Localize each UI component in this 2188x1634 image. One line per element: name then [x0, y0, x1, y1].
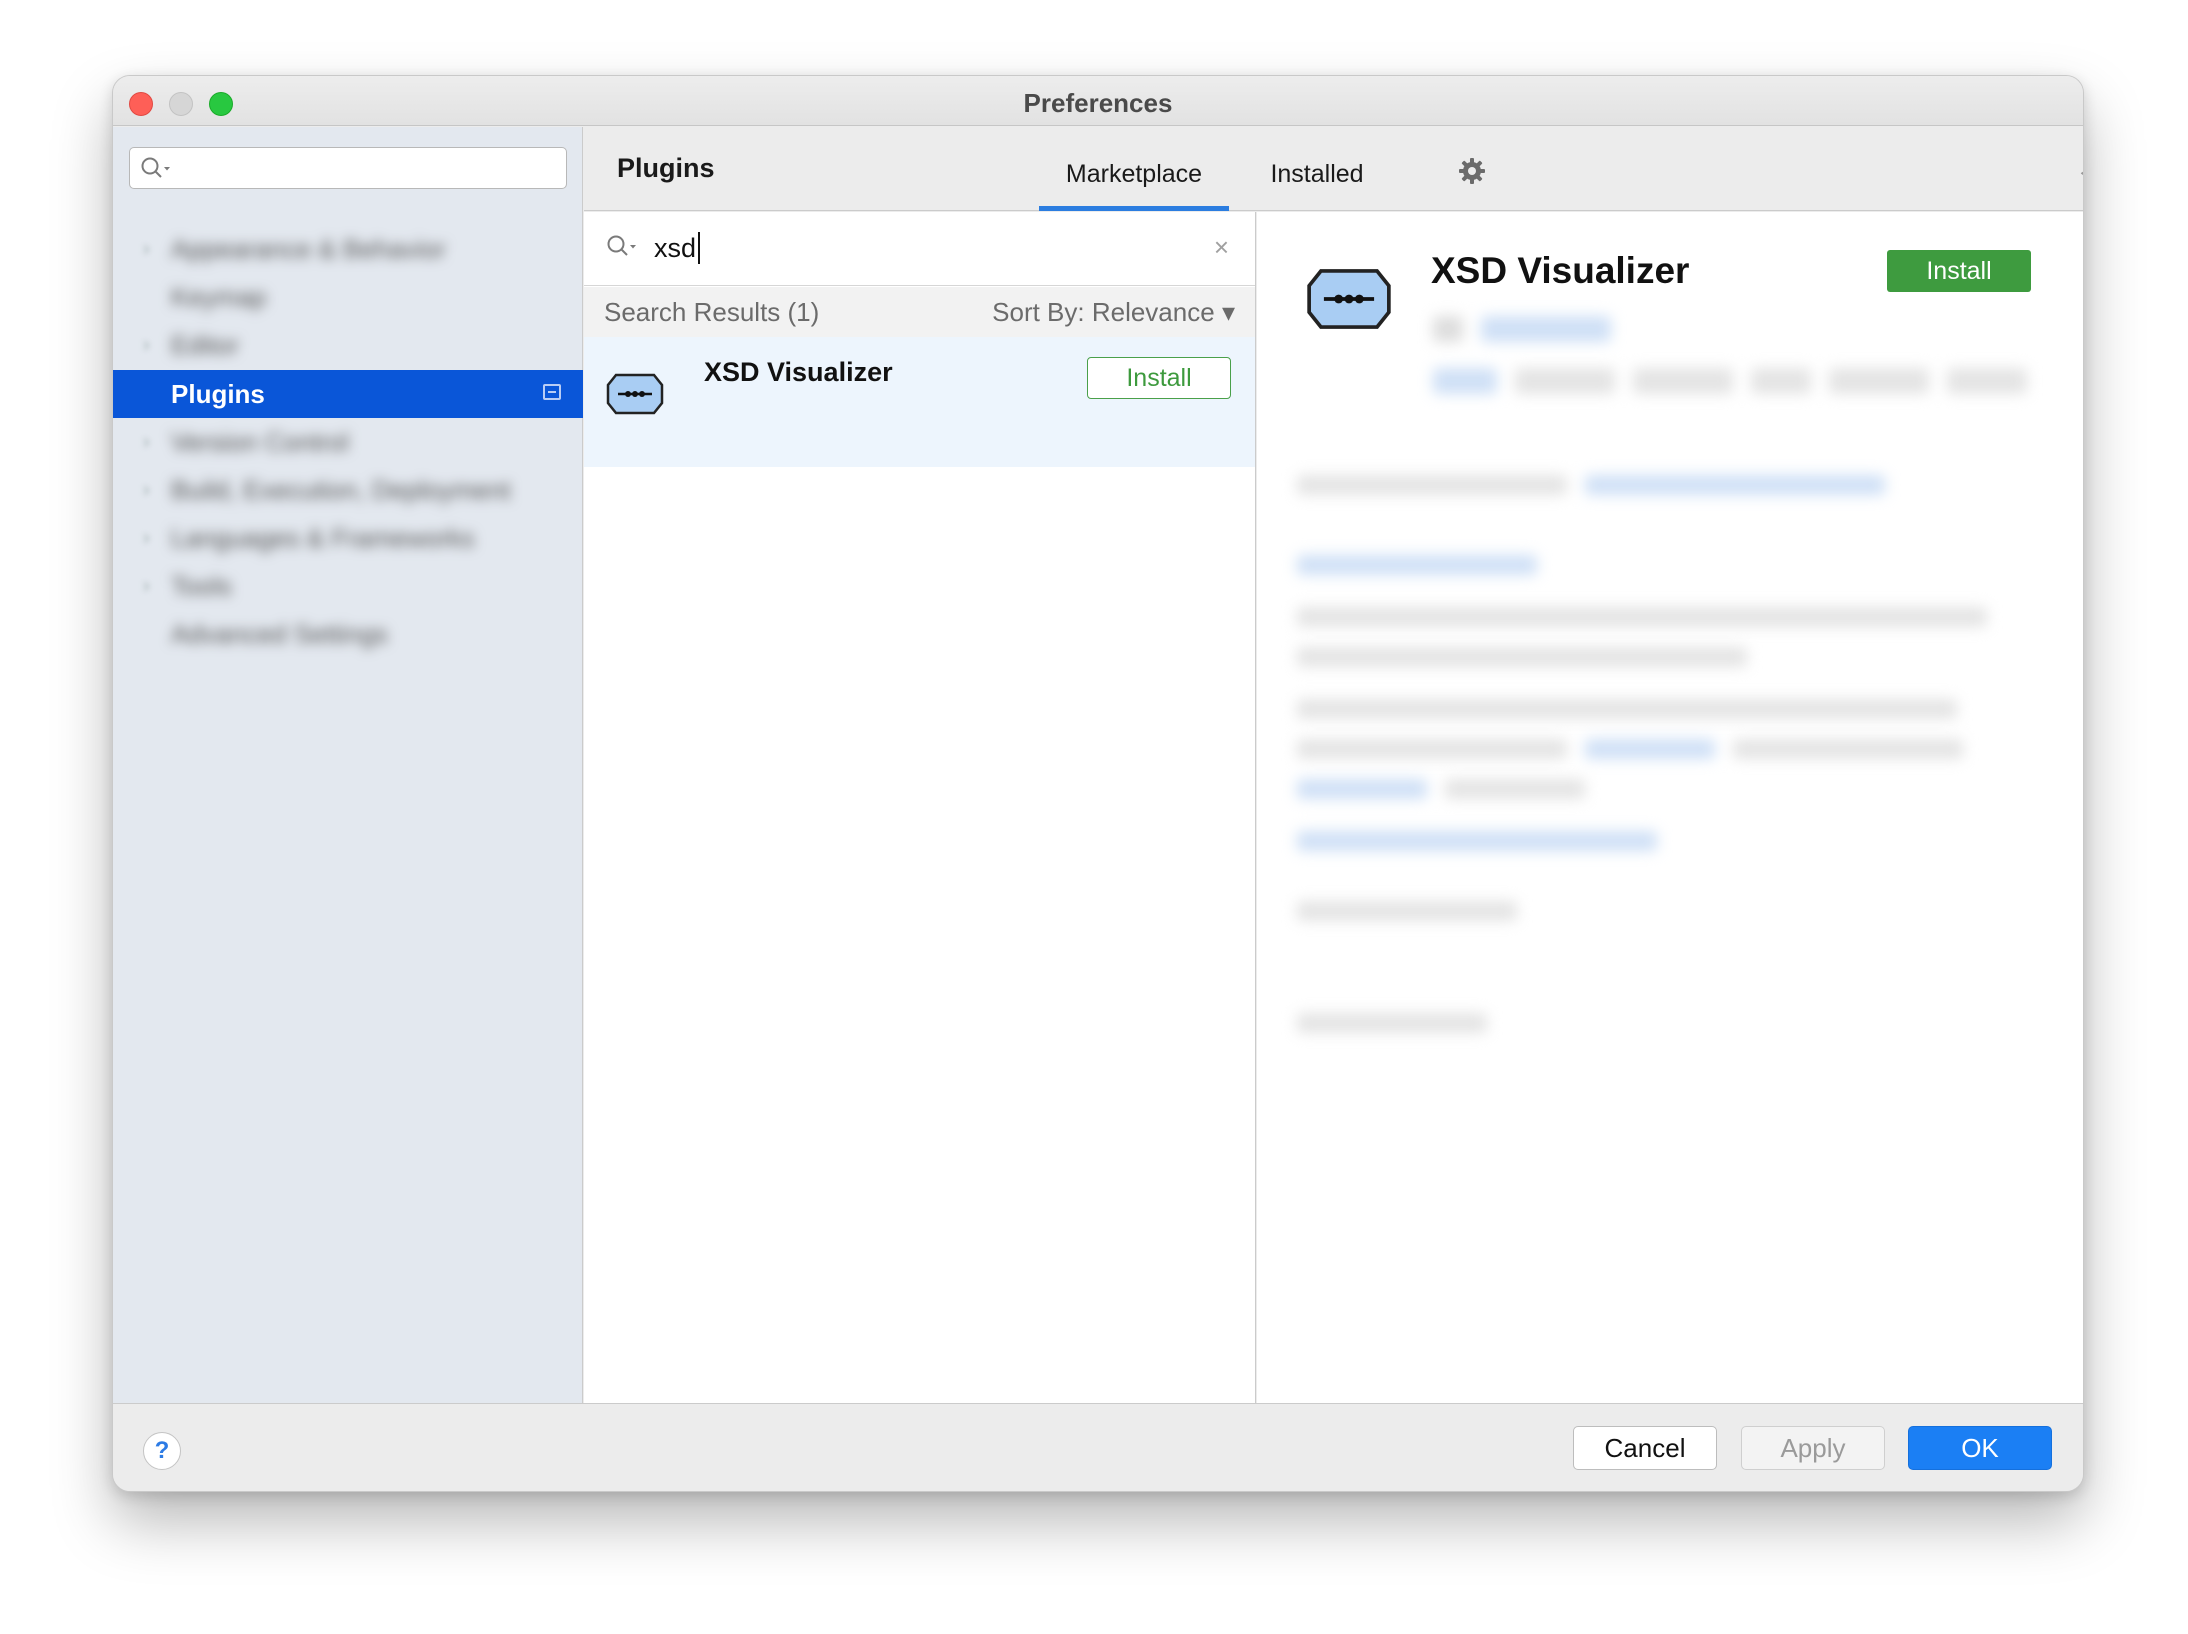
description-line-1	[1297, 606, 2005, 634]
settings-sidebar: › Appearance & Behavior Keymap › Editor Pl…	[113, 127, 583, 1403]
sidebar-item-version-control[interactable]: › Version Control	[113, 418, 583, 466]
homepage-link	[1297, 554, 1555, 582]
sidebar-item-appearance[interactable]: › Appearance & Behavior	[113, 225, 583, 273]
xsd-plugin-logo-icon	[1303, 268, 1395, 335]
trial-line	[1297, 474, 1903, 502]
back-arrow-icon[interactable]: ←	[2074, 149, 2083, 188]
plugin-size	[1297, 1012, 1505, 1040]
social-links	[1297, 830, 1675, 858]
project-settings-icon	[543, 384, 561, 400]
settings-search-input[interactable]	[129, 147, 567, 189]
detail-plugin-name: XSD Visualizer	[1431, 250, 1690, 291]
sidebar-item-advanced[interactable]: Advanced Settings	[113, 610, 583, 658]
apply-button[interactable]: Apply	[1741, 1426, 1885, 1470]
plugin-detail-panel: XSD Visualizer Install	[1257, 212, 2083, 1403]
clear-search-icon[interactable]: ×	[1214, 232, 1229, 263]
tab-installed[interactable]: Installed	[1252, 127, 1382, 211]
plugin-list-panel: × Search Results (1) Sort By: Relevance …	[584, 212, 1256, 1403]
plugin-search-bar: ×	[584, 212, 1255, 286]
results-header: Search Results (1) Sort By: Relevance ▾	[584, 287, 1255, 337]
chevron-right-icon: ›	[143, 527, 150, 549]
text-caret	[698, 232, 700, 264]
sidebar-item-build[interactable]: › Build, Execution, Deployment	[113, 466, 583, 514]
search-icon	[606, 234, 640, 263]
xsd-plugin-logo-icon	[606, 373, 664, 420]
vendor-line	[1433, 316, 1629, 349]
plugin-name: XSD Visualizer	[704, 357, 893, 387]
chevron-right-icon: ›	[143, 238, 150, 260]
install-button[interactable]: Install	[1087, 357, 1231, 399]
results-count: Search Results (1)	[604, 297, 820, 327]
description-line-3	[1297, 698, 1975, 726]
description-line-4	[1297, 738, 1981, 766]
page-title: Plugins	[617, 153, 715, 183]
gear-icon[interactable]	[1458, 157, 1486, 190]
window-title: Preferences	[1023, 88, 1173, 118]
chevron-right-icon: ›	[143, 334, 150, 356]
preferences-window: Preferences › Appearance & Behavior Keyma…	[112, 75, 2084, 1492]
chevron-right-icon: ›	[143, 431, 150, 453]
plugins-header: Plugins Marketplace Installed ← →	[584, 127, 2083, 211]
change-notes-toggle	[1297, 900, 1535, 928]
chevron-down-icon: ▾	[1221, 297, 1235, 327]
chevron-right-icon: ›	[143, 575, 150, 597]
sort-label: Sort By: Relevance	[992, 297, 1215, 327]
sidebar-item-editor[interactable]: › Editor	[113, 321, 583, 369]
description-line-2	[1297, 646, 1765, 674]
cancel-button[interactable]: Cancel	[1573, 1426, 1717, 1470]
sidebar-item-keymap[interactable]: Keymap	[113, 273, 583, 321]
plugin-search-input[interactable]	[654, 230, 1154, 266]
help-icon[interactable]: ?	[143, 1432, 181, 1470]
sidebar-item-plugins[interactable]: Plugins	[113, 370, 583, 418]
list-item[interactable]: XSD Visualizer Install	[584, 337, 1255, 467]
ok-button[interactable]: OK	[1908, 1426, 2052, 1470]
description-line-5	[1297, 778, 1603, 806]
dialog-footer: ? Cancel Apply OK	[113, 1403, 2083, 1491]
sort-dropdown[interactable]: Sort By: Relevance ▾	[992, 297, 1235, 328]
title-bar: Preferences	[113, 76, 2083, 126]
search-icon	[140, 156, 174, 185]
tag-row	[1433, 368, 2045, 401]
chevron-right-icon: ›	[143, 479, 150, 501]
sidebar-item-languages[interactable]: › Languages & Frameworks	[113, 514, 583, 562]
sidebar-item-tools[interactable]: › Tools	[113, 562, 583, 610]
detail-install-button[interactable]: Install	[1887, 250, 2031, 292]
tab-marketplace[interactable]: Marketplace	[1039, 127, 1229, 211]
